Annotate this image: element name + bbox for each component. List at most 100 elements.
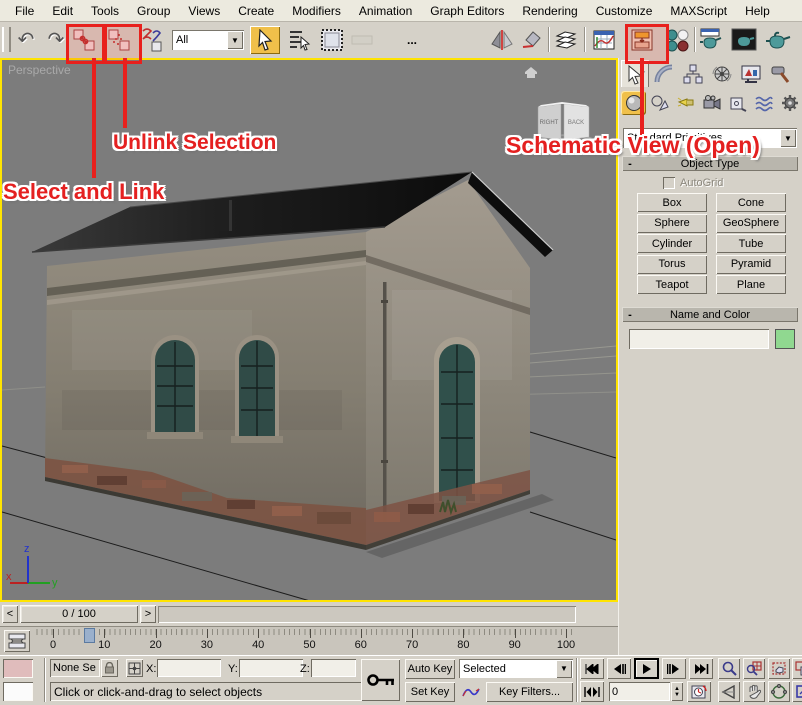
selection-lock-icon[interactable]	[101, 659, 118, 677]
menu-views[interactable]: Views	[179, 2, 229, 20]
maxscript-listener-box[interactable]	[3, 682, 33, 701]
category-lights-icon[interactable]	[673, 91, 698, 115]
layers-icon[interactable]	[552, 26, 580, 54]
object-type-cylinder[interactable]: Cylinder	[637, 234, 707, 253]
object-type-torus[interactable]: Torus	[637, 255, 707, 274]
object-color-swatch[interactable]	[775, 329, 795, 349]
current-frame-marker[interactable]	[84, 628, 95, 643]
object-type-box[interactable]: Box	[637, 193, 707, 212]
curve-editor-icon[interactable]	[590, 26, 618, 54]
align-icon[interactable]	[518, 26, 546, 54]
menu-file[interactable]: File	[6, 2, 43, 20]
mirror-icon[interactable]	[488, 26, 516, 54]
zoom-all-icon[interactable]	[743, 658, 765, 679]
frame-next-button[interactable]: >	[140, 605, 156, 623]
select-object-icon[interactable]	[250, 26, 280, 54]
category-cameras-icon[interactable]	[699, 91, 724, 115]
selection-set-field[interactable]: None Se	[50, 659, 100, 677]
menu-tools[interactable]: Tools	[82, 2, 128, 20]
toolbar-ellipsis[interactable]: ...	[400, 26, 424, 54]
arc-rotate-icon[interactable]	[768, 681, 790, 702]
object-type-teapot[interactable]: Teapot	[637, 275, 707, 294]
bind-to-space-warp-icon[interactable]	[138, 26, 166, 54]
maximize-viewport-icon[interactable]	[792, 681, 802, 702]
time-slider-grip[interactable]: 0 / 100	[20, 605, 138, 623]
menu-rendering[interactable]: Rendering	[513, 2, 586, 20]
x-field[interactable]	[157, 659, 221, 677]
zoom-extents-icon[interactable]	[768, 658, 790, 679]
auto-key-button[interactable]: Auto Key	[405, 659, 455, 679]
object-type-geosphere[interactable]: GeoSphere	[716, 214, 786, 233]
frame-prev-button[interactable]: <	[2, 605, 18, 623]
frame-spinner[interactable]: ▲▼	[671, 682, 683, 701]
set-key-button[interactable]: Set Key	[405, 682, 455, 702]
time-configuration-icon[interactable]	[687, 681, 711, 702]
category-helpers-icon[interactable]	[725, 91, 750, 115]
default-tangent-icon[interactable]	[459, 682, 482, 702]
menu-group[interactable]: Group	[128, 2, 179, 20]
go-to-start-icon[interactable]	[580, 658, 604, 679]
rendered-frame-icon[interactable]	[730, 26, 758, 54]
select-by-name-icon[interactable]	[286, 26, 314, 54]
menu-help[interactable]: Help	[736, 2, 779, 20]
current-frame-field[interactable]: 0	[609, 682, 670, 701]
tab-hierarchy[interactable]	[679, 60, 707, 87]
key-mode-toggle-icon[interactable]	[580, 681, 604, 702]
zoom-icon[interactable]	[718, 658, 740, 679]
object-type-sphere[interactable]: Sphere	[637, 214, 707, 233]
tab-utilities[interactable]	[766, 60, 794, 87]
zoom-extents-all-icon[interactable]	[792, 658, 802, 679]
macro-recorder-box[interactable]	[3, 659, 33, 678]
selection-filter-dropdown[interactable]: All ▼	[172, 30, 244, 50]
object-type-pyramid[interactable]: Pyramid	[716, 255, 786, 274]
tab-display[interactable]	[737, 60, 765, 87]
key-mode-arrow-icon[interactable]: ▼	[556, 660, 572, 678]
rectangular-selection-icon[interactable]	[318, 26, 346, 54]
field-of-view-icon[interactable]	[718, 681, 740, 702]
menu-maxscript[interactable]: MAXScript	[661, 2, 736, 20]
y-field[interactable]	[239, 659, 303, 677]
set-keys-button[interactable]	[361, 659, 400, 701]
tab-motion[interactable]	[708, 60, 736, 87]
category-systems-icon[interactable]	[777, 91, 802, 115]
object-type-cone[interactable]: Cone	[716, 193, 786, 212]
name-color-rollout-header[interactable]: - Name and Color	[622, 307, 798, 322]
pan-icon[interactable]	[743, 681, 765, 702]
previous-frame-icon[interactable]	[607, 658, 631, 679]
track-bar-ruler[interactable]: 0102030405060708090100	[36, 627, 576, 656]
menu-graph-editors[interactable]: Graph Editors	[421, 2, 513, 20]
toolbar-grip[interactable]	[2, 27, 11, 52]
menu-customize[interactable]: Customize	[587, 2, 662, 20]
object-type-tube[interactable]: Tube	[716, 234, 786, 253]
render-setup-icon[interactable]	[697, 26, 725, 54]
play-animation-icon[interactable]	[634, 658, 659, 679]
category-spacewarps-icon[interactable]	[751, 91, 776, 115]
selection-filter-arrow-icon[interactable]: ▼	[227, 31, 243, 49]
autogrid-checkbox[interactable]	[663, 177, 675, 189]
undo-icon[interactable]: ↶	[12, 26, 40, 54]
viewport-label[interactable]: Perspective	[8, 63, 71, 77]
z-field[interactable]	[311, 659, 356, 677]
menu-edit[interactable]: Edit	[43, 2, 82, 20]
menu-create[interactable]: Create	[229, 2, 283, 20]
tab-modify[interactable]	[650, 60, 678, 87]
house-model[interactable]	[32, 172, 554, 558]
go-to-end-icon[interactable]	[689, 658, 713, 679]
category-dropdown-arrow-icon[interactable]: ▼	[780, 129, 796, 147]
rollout-collapse-icon[interactable]: -	[622, 309, 638, 321]
mini-curve-editor-icon[interactable]	[4, 630, 30, 652]
key-mode-dropdown[interactable]: Selected ▼	[459, 659, 573, 678]
absolute-mode-icon[interactable]	[126, 659, 143, 677]
window-crossing-icon[interactable]	[348, 26, 376, 54]
rollout-collapse-icon[interactable]: -	[622, 158, 638, 170]
time-slider-track[interactable]	[158, 606, 576, 623]
render-icon[interactable]	[762, 26, 792, 54]
object-type-plane[interactable]: Plane	[716, 275, 786, 294]
menu-modifiers[interactable]: Modifiers	[283, 2, 350, 20]
key-filters-button[interactable]: Key Filters...	[486, 682, 573, 702]
category-shapes-icon[interactable]	[647, 91, 672, 115]
spinner-down-icon[interactable]: ▼	[674, 692, 680, 698]
next-frame-icon[interactable]	[662, 658, 686, 679]
object-name-field[interactable]	[629, 329, 769, 349]
tab-create[interactable]	[621, 60, 649, 87]
